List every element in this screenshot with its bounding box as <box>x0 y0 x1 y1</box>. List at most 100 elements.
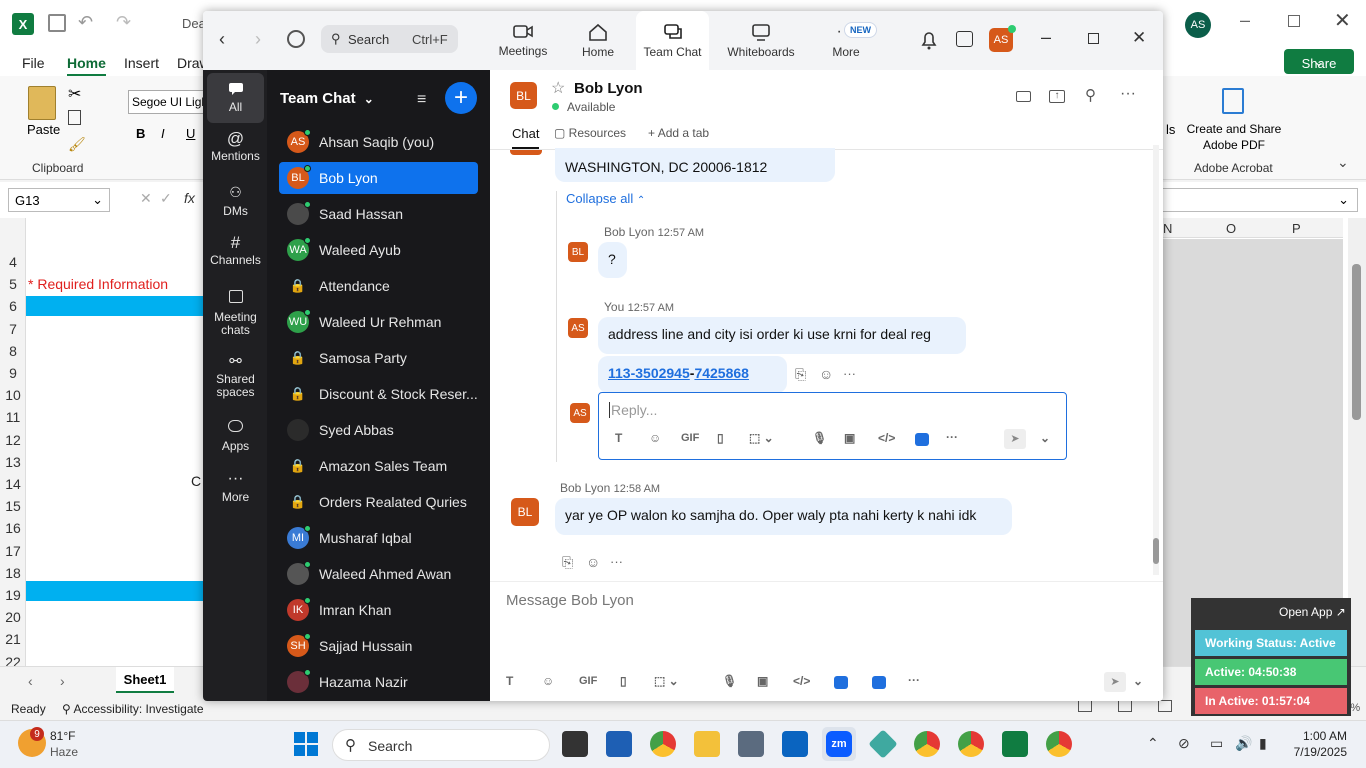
store-icon[interactable] <box>606 731 632 757</box>
zoom-maximize-icon[interactable] <box>1088 33 1099 44</box>
rail-all[interactable]: All <box>207 73 264 123</box>
close-icon[interactable]: ✕ <box>1334 8 1351 33</box>
chat-list-item[interactable]: 🔒 Orders Realated Quries <box>279 486 478 518</box>
rail-channels[interactable]: # Channels <box>207 234 264 267</box>
chrome-profile2-icon[interactable] <box>914 731 940 757</box>
row-header[interactable]: 16 <box>0 520 26 536</box>
prev-sheet-icon[interactable]: ‹ <box>28 673 33 689</box>
volume-icon[interactable]: 🔊 <box>1235 735 1252 752</box>
row-header[interactable]: 15 <box>0 498 26 514</box>
row-header[interactable]: 7 <box>0 321 26 337</box>
col-header-o[interactable]: O <box>1226 221 1236 236</box>
tab-team-chat[interactable]: Team Chat <box>636 11 709 70</box>
clock-time[interactable]: 1:00 AM <box>1295 729 1347 743</box>
copy-icon[interactable] <box>68 110 81 125</box>
row-header[interactable]: 8 <box>0 343 26 359</box>
chrome-profile3-icon[interactable] <box>958 731 984 757</box>
save-icon[interactable] <box>48 14 66 32</box>
taskbar-search[interactable]: ⚲ Search <box>332 729 550 761</box>
rail-meeting-chats[interactable]: Meeting chats <box>207 290 264 337</box>
scrollbar-thumb[interactable] <box>1352 264 1361 420</box>
back-icon[interactable]: ‹ <box>219 29 225 50</box>
start-icon[interactable] <box>294 732 318 756</box>
row-header[interactable]: 20 <box>0 609 26 625</box>
message-address-line[interactable]: address line and city isi order ki use k… <box>598 317 966 354</box>
row-header[interactable]: 21 <box>0 631 26 647</box>
chat-scrollbar-thumb[interactable] <box>1153 538 1159 564</box>
sheet-tab-sheet1[interactable]: Sheet1 <box>116 667 174 693</box>
cut-icon[interactable]: ✂ <box>68 84 81 104</box>
paste-label[interactable]: Paste <box>27 122 60 137</box>
row-header[interactable]: 9 <box>0 365 26 381</box>
tab-more[interactable]: ··· More <box>818 11 874 70</box>
name-box-dropdown-icon[interactable]: ⌄ <box>92 192 103 208</box>
excel-taskbar-icon[interactable] <box>1002 731 1028 757</box>
chat-tab-add[interactable]: + Add a tab <box>648 126 709 140</box>
composer-gif-icon[interactable]: GIF <box>579 675 597 687</box>
battery-icon[interactable]: ▮ <box>1259 735 1267 752</box>
rail-mentions[interactable]: @ Mentions <box>207 130 264 163</box>
chat-header-avatar[interactable]: BL <box>510 82 537 109</box>
message-avatar-bob[interactable]: BL <box>511 498 539 526</box>
share-button[interactable]: Share ⌄ <box>1284 49 1354 74</box>
message-order-number[interactable]: 113-3502945-7425868 <box>598 356 787 393</box>
name-box[interactable]: G13 ⌄ <box>8 188 110 212</box>
emoji-react-icon[interactable]: ☺ <box>586 554 600 570</box>
open-app-link[interactable]: Open App ↗ <box>1279 605 1346 619</box>
order-link-2[interactable]: 7425868 <box>694 365 749 381</box>
tray-chevron-icon[interactable]: ⌃ <box>1147 735 1159 752</box>
collapse-all-link[interactable]: Collapse all ⌃ <box>566 191 645 206</box>
col-header-n[interactable]: N <box>1163 221 1172 236</box>
excel-user-avatar[interactable]: AS <box>1185 12 1211 38</box>
reply-input[interactable]: Reply... <box>609 402 657 418</box>
composer-more-icon[interactable]: ··· <box>908 673 920 687</box>
composer-send-options-icon[interactable]: ⌄ <box>1133 674 1143 688</box>
video-call-icon[interactable] <box>1016 91 1031 102</box>
chat-list-item[interactable]: Hazama Nazir <box>279 666 478 698</box>
tab-home[interactable]: Home <box>560 11 636 70</box>
audio-icon[interactable]: 🎙 <box>812 431 827 445</box>
chat-list-item[interactable]: MI Musharaf Iqbal <box>279 522 478 554</box>
message-question[interactable]: ? <box>598 242 627 278</box>
chat-list-item[interactable]: AS Ahsan Saqib (you) <box>279 126 478 158</box>
bold-icon[interactable]: B <box>136 126 145 141</box>
chat-scrollbar[interactable] <box>1153 145 1159 575</box>
filter-icon[interactable]: ≡ <box>417 91 426 109</box>
redo-icon[interactable]: ↷ <box>116 12 131 33</box>
cancel-edit-icon[interactable]: ✕ <box>140 190 152 207</box>
message-op-walon[interactable]: yar ye OP walon ko samjha do. Oper waly … <box>555 498 1012 535</box>
weather-condition[interactable]: Haze <box>50 745 78 759</box>
format-text-icon[interactable]: T <box>615 431 622 445</box>
chat-list-item[interactable]: Syed Abbas <box>279 414 478 446</box>
more-options-icon[interactable]: ··· <box>1120 85 1136 103</box>
rail-dms[interactable]: ⚇ DMs <box>207 185 264 218</box>
display-icon[interactable]: ▭ <box>1210 735 1223 752</box>
undo-icon[interactable]: ↶ <box>78 12 93 33</box>
share-screen-icon[interactable]: ↑ <box>1049 90 1065 103</box>
notifications-icon[interactable] <box>920 30 938 55</box>
row-header[interactable]: 5 <box>0 276 26 292</box>
chat-list-item[interactable]: WA Waleed Ayub <box>279 234 478 266</box>
composer-format-icon[interactable]: T <box>506 674 513 688</box>
font-name-input[interactable]: Segoe UI Ligh <box>128 90 208 114</box>
accessibility-status[interactable]: ⚲ Accessibility: Investigate <box>62 702 204 716</box>
message-more-icon[interactable]: ··· <box>843 366 856 381</box>
formula-expand-icon[interactable]: ⌄ <box>1338 192 1349 208</box>
chrome-icon[interactable] <box>650 731 676 757</box>
search-chat-icon[interactable]: ⚲ <box>1085 86 1096 104</box>
file-explorer-icon[interactable] <box>694 731 720 757</box>
chat-list-title[interactable]: Team Chat ⌄ <box>280 90 374 107</box>
tab-meetings[interactable]: Meetings <box>486 11 560 70</box>
formula-input[interactable]: ⌄ <box>1162 188 1358 212</box>
confirm-edit-icon[interactable]: ✓ <box>160 190 172 207</box>
format-painter-icon[interactable]: 🖌 <box>68 136 86 153</box>
search-box[interactable]: ⚲ Search Ctrl+F <box>321 25 458 53</box>
zoom-taskbar-button[interactable]: zm <box>822 727 856 761</box>
outlook-icon[interactable] <box>782 731 808 757</box>
chat-list-item[interactable]: BL Bob Lyon <box>279 162 478 194</box>
page-break-icon[interactable] <box>1158 700 1172 712</box>
history-icon[interactable] <box>287 30 305 48</box>
create-pdf-label[interactable]: Create and Share Adobe PDF <box>1186 121 1282 153</box>
col-header-p[interactable]: P <box>1292 221 1301 236</box>
emoji-icon[interactable]: ☺ <box>649 431 661 445</box>
